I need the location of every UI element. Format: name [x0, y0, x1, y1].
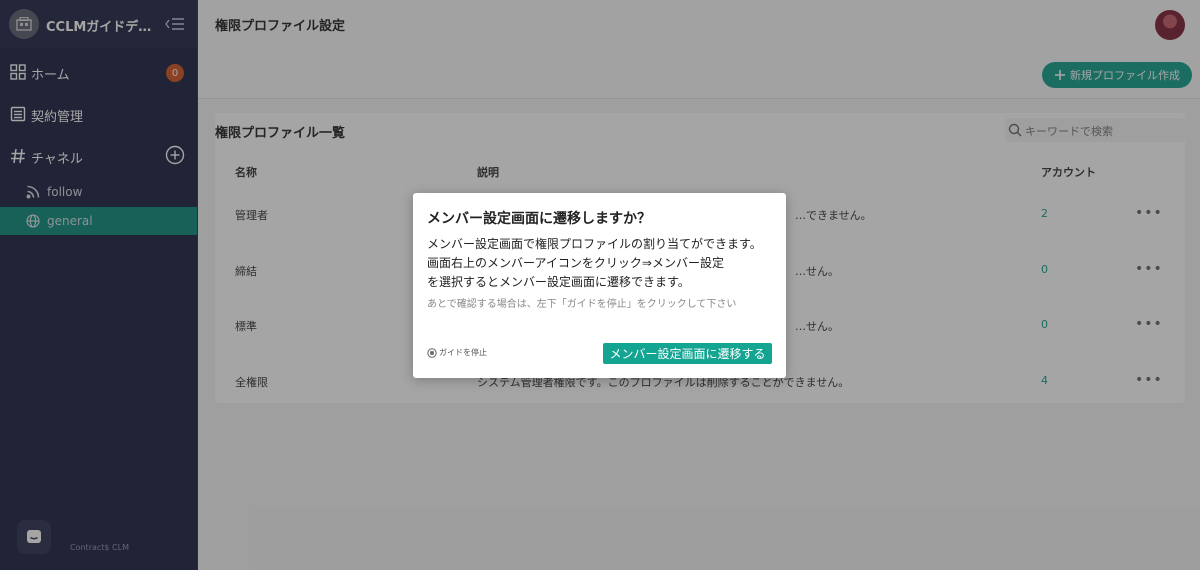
guide-dialog: メンバー設定画面に遷移しますか？ メンバー設定画面で権限プロファイルの割り当てが… [413, 193, 786, 378]
dialog-note: あとで確認する場合は、左下「ガイドを停止」をクリックして下さい [427, 299, 737, 310]
dialog-title: メンバー設定画面に遷移しますか？ [427, 211, 651, 227]
dialog-body-line: メンバー設定画面で権限プロファイルの割り当てができます。 [427, 237, 762, 251]
stop-guide-label: ガイドを停止 [439, 348, 487, 357]
stop-guide-link[interactable]: ガイドを停止 [427, 347, 487, 358]
dialog-body-line: を選択するとメンバー設定画面に遷移できます。 [427, 275, 690, 289]
go-to-member-settings-button[interactable]: メンバー設定画面に遷移する [603, 343, 772, 364]
stop-icon [427, 347, 437, 358]
dialog-body-line: 画面右上のメンバーアイコンをクリック⇒メンバー設定 [427, 256, 724, 270]
dialog-body: メンバー設定画面で権限プロファイルの割り当てができます。 画面右上のメンバーアイ… [427, 235, 777, 292]
